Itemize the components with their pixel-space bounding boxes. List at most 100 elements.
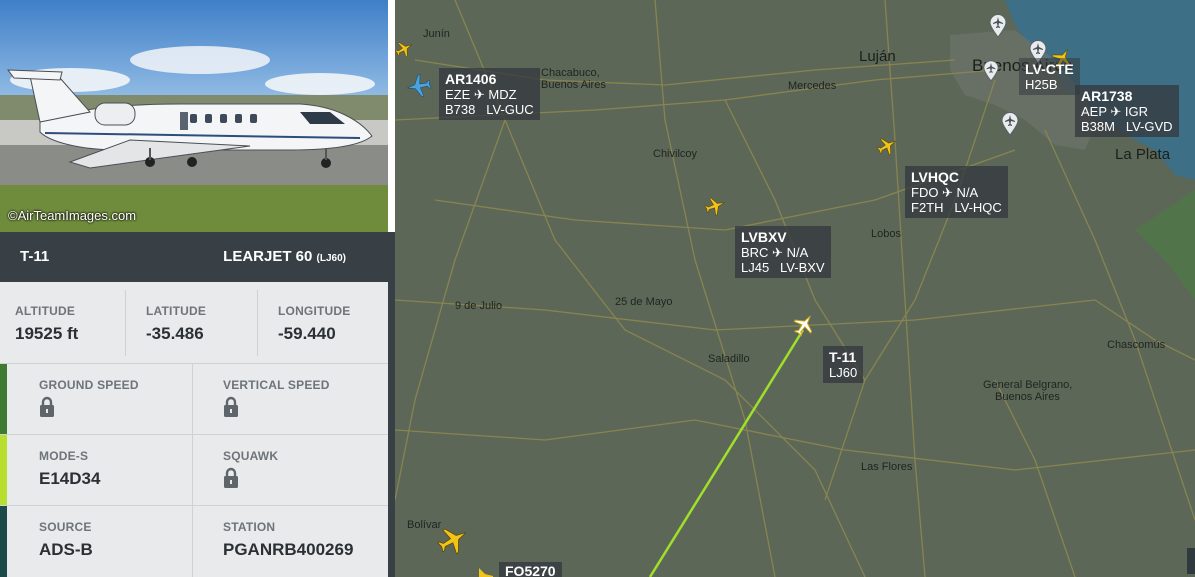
flight-callsign: AR1406 xyxy=(445,71,497,87)
city-chacabuco: Chacabuco, xyxy=(541,67,600,79)
city-9-de-julio: 9 de Julio xyxy=(455,300,503,312)
stat-ground-speed: GROUND SPEED xyxy=(39,378,139,418)
flight-callsign: LV-CTE xyxy=(1025,61,1074,77)
aircraft-model-code: (LJ60) xyxy=(316,253,346,264)
flight-callsign: LVHQC xyxy=(911,169,959,185)
flight-tracker: Luján Buenos Aires La Plata Chacabuco, B… xyxy=(0,0,1195,577)
plane-t11-icon[interactable] xyxy=(791,312,817,338)
divider xyxy=(192,506,193,577)
stat-label: SOURCE xyxy=(39,520,92,534)
flight-tag-lvbxv[interactable]: LVBXV BRC ✈ N/A LJ45 LV-BXV xyxy=(735,226,831,278)
flight-reg: LV-HQC xyxy=(954,200,1002,215)
plane-fo5270-icon[interactable] xyxy=(435,522,471,558)
stat-altitude: ALTITUDE 19525 ft xyxy=(15,304,78,344)
aircraft-photo[interactable]: ©AirTeamImages.com xyxy=(0,0,388,232)
stat-squawk: SQUAWK xyxy=(223,449,278,489)
flight-type: LJ45 xyxy=(741,260,770,275)
lock-icon xyxy=(224,396,238,417)
flight-route: FDO ✈ N/A xyxy=(911,185,979,200)
flight-type: B38M xyxy=(1081,119,1115,134)
flight-callsign: T-11 xyxy=(829,349,857,365)
flight-tag-fo5270[interactable]: FO5270 xyxy=(499,562,562,577)
city-junin: Junín xyxy=(423,28,450,40)
city-las-flores: Las Flores xyxy=(861,461,913,473)
stat-label: LATITUDE xyxy=(146,304,207,318)
stat-value: -59.440 xyxy=(278,324,336,343)
stat-label: VERTICAL SPEED xyxy=(223,378,330,392)
aircraft-photo-image xyxy=(0,0,388,232)
aircraft-title-bar: T-11 LEARJET 60 (LJ60) xyxy=(0,232,388,282)
flight-track xyxy=(648,329,805,577)
aircraft-panel: ©AirTeamImages.com T-11 LEARJET 60 (LJ60… xyxy=(0,0,395,577)
city-25-de-mayo: 25 de Mayo xyxy=(615,296,673,308)
stat-mode-s: MODE-S E14D34 xyxy=(39,449,100,489)
flight-type: B738 xyxy=(445,102,476,117)
stat-value: E14D34 xyxy=(39,469,101,488)
green-area xyxy=(1135,190,1195,300)
city-lujan: Luján xyxy=(859,48,896,65)
stat-source: SOURCE ADS-B xyxy=(39,520,93,560)
plane-ar1406-icon[interactable] xyxy=(405,72,433,100)
flight-reg: LV-BXV xyxy=(780,260,825,275)
stat-label: GROUND SPEED xyxy=(39,378,139,392)
flight-callsign: LVBXV xyxy=(741,229,787,245)
stat-row-accent xyxy=(0,506,7,577)
stat-label: LONGITUDE xyxy=(278,304,351,318)
aircraft-stats: ALTITUDE 19525 ft LATITUDE -35.486 LONGI… xyxy=(0,282,388,577)
plane-edge-icon[interactable] xyxy=(395,38,413,60)
flight-route: AEP ✈ IGR xyxy=(1081,104,1149,119)
plane-partial-icon[interactable] xyxy=(475,566,497,577)
flight-route: BRC ✈ N/A xyxy=(741,245,809,260)
panel-edge xyxy=(388,0,395,232)
stat-value: -35.486 xyxy=(146,324,204,343)
flight-type: F2TH xyxy=(911,200,944,215)
city-chascomus: Chascomús xyxy=(1107,339,1166,351)
stat-row-accent xyxy=(0,435,7,505)
divider xyxy=(0,505,388,506)
panel-edge xyxy=(388,232,395,577)
stat-value: PGANRB400269 xyxy=(223,540,354,559)
aircraft-model-name: LEARJET 60 xyxy=(223,248,313,265)
city-la-plata: La Plata xyxy=(1115,146,1171,163)
flight-reg: LV-GVD xyxy=(1125,119,1173,134)
airport-marker-icon[interactable] xyxy=(983,60,999,82)
flight-tag-ar1406[interactable]: AR1406 EZE ✈ MDZ B738 LV-GUC xyxy=(439,68,540,120)
flight-type: H25B xyxy=(1025,77,1058,92)
divider xyxy=(0,363,388,364)
flight-tag-ar1738[interactable]: AR1738 AEP ✈ IGR B38M LV-GVD xyxy=(1075,85,1179,137)
stat-value: 19525 ft xyxy=(15,324,79,343)
city-general-belgrano-province: Buenos Aires xyxy=(995,391,1060,403)
stat-latitude: LATITUDE -35.486 xyxy=(146,304,206,344)
stat-row-accent xyxy=(0,364,7,434)
city-general-belgrano: General Belgrano, xyxy=(983,379,1073,391)
flight-type: LJ60 xyxy=(829,365,858,380)
flight-callsign: AR1738 xyxy=(1081,88,1133,104)
flight-route: EZE ✈ MDZ xyxy=(445,87,517,102)
photo-credit[interactable]: ©AirTeamImages.com xyxy=(8,208,136,223)
plane-lvhqc-icon[interactable] xyxy=(875,134,899,158)
stat-label: SQUAWK xyxy=(223,449,279,463)
city-lobos: Lobos xyxy=(871,228,901,240)
divider xyxy=(192,435,193,505)
flight-tag-lvcte[interactable]: LV-CTE H25B xyxy=(1019,58,1080,95)
city-saladillo: Saladillo xyxy=(708,353,750,365)
aircraft-model: LEARJET 60 (LJ60) xyxy=(223,248,346,265)
flight-callsign: FO5270 xyxy=(505,563,556,577)
flight-reg: LV-GUC xyxy=(486,102,534,117)
airport-marker-icon[interactable] xyxy=(1001,112,1019,136)
stat-vertical-speed: VERTICAL SPEED xyxy=(223,378,330,418)
divider xyxy=(0,434,388,435)
stat-label: MODE-S xyxy=(39,449,89,463)
divider xyxy=(125,290,126,356)
aircraft-registration: T-11 xyxy=(20,248,50,265)
lock-icon xyxy=(40,396,54,417)
airport-marker-icon[interactable] xyxy=(989,14,1007,38)
flight-tag-t11[interactable]: T-11 LJ60 xyxy=(823,346,864,383)
divider xyxy=(192,364,193,434)
city-chivilcoy: Chivilcoy xyxy=(653,148,698,160)
stat-longitude: LONGITUDE -59.440 xyxy=(278,304,350,344)
plane-lvbxv-icon[interactable] xyxy=(703,194,727,218)
flight-tag-lvhqc[interactable]: LVHQC FDO ✈ N/A F2TH LV-HQC xyxy=(905,166,1008,218)
map[interactable]: Luján Buenos Aires La Plata Chacabuco, B… xyxy=(395,0,1195,577)
map-edge-icon xyxy=(1187,548,1195,574)
